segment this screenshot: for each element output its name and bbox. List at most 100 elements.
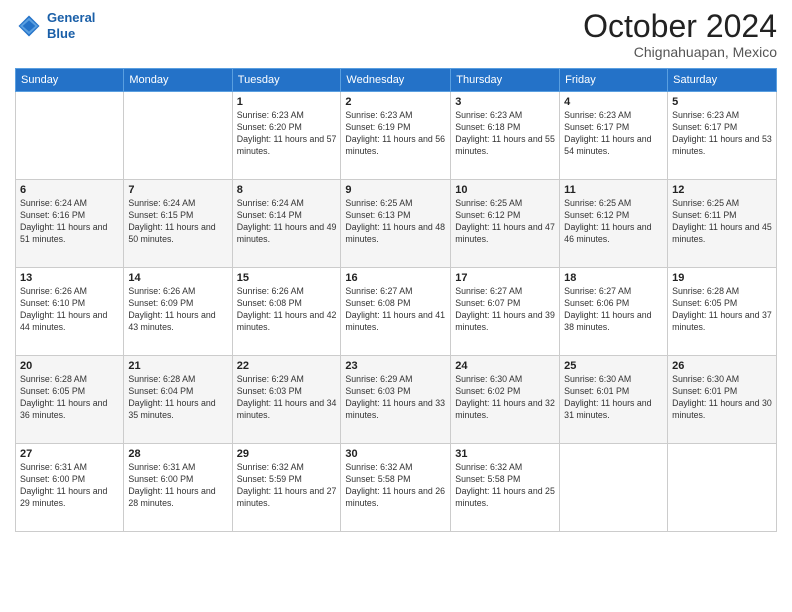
day-number: 13 [20, 272, 119, 284]
day-number: 20 [20, 360, 119, 372]
logo: General Blue [15, 10, 95, 41]
logo-line2: Blue [47, 26, 75, 41]
table-row: 23 Sunrise: 6:29 AMSunset: 6:03 PMDayligh… [341, 356, 451, 444]
table-row: 2Sunrise: 6:23 AMSunset: 6:19 PMDaylight… [341, 92, 451, 180]
day-info: Sunrise: 6:23 AMSunset: 6:17 PMDaylight:… [672, 110, 772, 158]
day-info: Sunrise: 6:24 AMSunset: 6:15 PMDaylight:… [128, 198, 227, 246]
table-row: 22Sunrise: 6:29 AMSunset: 6:03 PMDayligh… [232, 356, 341, 444]
day-info: Sunrise: 6:25 AMSunset: 6:12 PMDaylight:… [455, 198, 555, 246]
day-info: Sunrise: 6:24 AMSunset: 6:14 PMDaylight:… [237, 198, 337, 246]
header: General Blue October 2024 Chignahuapan, … [15, 10, 777, 60]
table-row: 1 Sunrise: 6:23 AMSunset: 6:20 PMDaylight… [232, 92, 341, 180]
table-row: 18Sunrise: 6:27 AMSunset: 6:06 PMDayligh… [560, 268, 668, 356]
day-number: 23 [345, 360, 446, 372]
table-row: 30 Sunrise: 6:32 AMSunset: 5:58 PMDayligh… [341, 444, 451, 532]
day-info: Sunrise: 6:26 AMSunset: 6:10 PMDaylight:… [20, 286, 119, 334]
table-row [560, 444, 668, 532]
day-info: Sunrise: 6:32 AMSunset: 5:58 PMDaylight:… [345, 462, 446, 510]
table-row: 4Sunrise: 6:23 AMSunset: 6:17 PMDaylight… [560, 92, 668, 180]
table-row: 27 Sunrise: 6:31 AMSunset: 6:00 PMDayligh… [16, 444, 124, 532]
day-number: 15 [237, 272, 337, 284]
day-number: 19 [672, 272, 772, 284]
table-row: 29 Sunrise: 6:32 AMSunset: 5:59 PMDayligh… [232, 444, 341, 532]
table-row: 13 Sunrise: 6:26 AMSunset: 6:10 PMDayligh… [16, 268, 124, 356]
day-info: Sunrise: 6:25 AMSunset: 6:13 PMDaylight:… [345, 198, 446, 246]
table-row: 11Sunrise: 6:25 AMSunset: 6:12 PMDayligh… [560, 180, 668, 268]
col-tuesday: Tuesday [232, 69, 341, 92]
col-thursday: Thursday [451, 69, 560, 92]
day-number: 28 [128, 448, 227, 460]
table-row: 5 Sunrise: 6:23 AMSunset: 6:17 PMDaylight… [668, 92, 777, 180]
calendar: Sunday Monday Tuesday Wednesday Thursday… [15, 68, 777, 532]
day-number: 5 [672, 96, 772, 108]
day-number: 26 [672, 360, 772, 372]
day-info: Sunrise: 6:31 AMSunset: 6:00 PMDaylight:… [20, 462, 119, 510]
day-info: Sunrise: 6:24 AMSunset: 6:16 PMDaylight:… [20, 198, 119, 246]
col-sunday: Sunday [16, 69, 124, 92]
col-wednesday: Wednesday [341, 69, 451, 92]
table-row [668, 444, 777, 532]
day-number: 16 [345, 272, 446, 284]
day-info: Sunrise: 6:27 AMSunset: 6:06 PMDaylight:… [564, 286, 663, 334]
table-row: 16 Sunrise: 6:27 AMSunset: 6:08 PMDayligh… [341, 268, 451, 356]
day-number: 10 [455, 184, 555, 196]
title-block: October 2024 Chignahuapan, Mexico [583, 10, 777, 60]
day-info: Sunrise: 6:28 AMSunset: 6:05 PMDaylight:… [672, 286, 772, 334]
day-info: Sunrise: 6:30 AMSunset: 6:01 PMDaylight:… [672, 374, 772, 422]
day-number: 9 [345, 184, 446, 196]
day-info: Sunrise: 6:25 AMSunset: 6:12 PMDaylight:… [564, 198, 663, 246]
day-number: 31 [455, 448, 555, 460]
day-info: Sunrise: 6:28 AMSunset: 6:04 PMDaylight:… [128, 374, 227, 422]
table-row: 25Sunrise: 6:30 AMSunset: 6:01 PMDayligh… [560, 356, 668, 444]
table-row: 8 Sunrise: 6:24 AMSunset: 6:14 PMDaylight… [232, 180, 341, 268]
day-info: Sunrise: 6:29 AMSunset: 6:03 PMDaylight:… [237, 374, 337, 422]
day-number: 17 [455, 272, 555, 284]
day-number: 8 [237, 184, 337, 196]
table-row [16, 92, 124, 180]
day-info: Sunrise: 6:29 AMSunset: 6:03 PMDaylight:… [345, 374, 446, 422]
table-row: 26 Sunrise: 6:30 AMSunset: 6:01 PMDayligh… [668, 356, 777, 444]
col-saturday: Saturday [668, 69, 777, 92]
table-row: 17 Sunrise: 6:27 AMSunset: 6:07 PMDayligh… [451, 268, 560, 356]
day-number: 3 [455, 96, 555, 108]
month-title: October 2024 [583, 10, 777, 42]
table-row: 14Sunrise: 6:26 AMSunset: 6:09 PMDayligh… [124, 268, 232, 356]
day-number: 24 [455, 360, 555, 372]
day-info: Sunrise: 6:30 AMSunset: 6:01 PMDaylight:… [564, 374, 663, 422]
day-info: Sunrise: 6:30 AMSunset: 6:02 PMDaylight:… [455, 374, 555, 422]
location-title: Chignahuapan, Mexico [583, 44, 777, 60]
day-number: 7 [128, 184, 227, 196]
day-info: Sunrise: 6:32 AMSunset: 5:58 PMDaylight:… [455, 462, 555, 510]
table-row: 21Sunrise: 6:28 AMSunset: 6:04 PMDayligh… [124, 356, 232, 444]
col-monday: Monday [124, 69, 232, 92]
table-row: 19 Sunrise: 6:28 AMSunset: 6:05 PMDayligh… [668, 268, 777, 356]
day-number: 27 [20, 448, 119, 460]
logo-line1: General [47, 10, 95, 25]
day-info: Sunrise: 6:27 AMSunset: 6:07 PMDaylight:… [455, 286, 555, 334]
day-number: 1 [237, 96, 337, 108]
table-row: 6Sunrise: 6:24 AMSunset: 6:16 PMDaylight… [16, 180, 124, 268]
table-row: 31 Sunrise: 6:32 AMSunset: 5:58 PMDayligh… [451, 444, 560, 532]
table-row: 28 Sunrise: 6:31 AMSunset: 6:00 PMDayligh… [124, 444, 232, 532]
day-info: Sunrise: 6:32 AMSunset: 5:59 PMDaylight:… [237, 462, 337, 510]
day-number: 14 [128, 272, 227, 284]
day-info: Sunrise: 6:23 AMSunset: 6:20 PMDaylight:… [237, 110, 337, 158]
day-info: Sunrise: 6:28 AMSunset: 6:05 PMDaylight:… [20, 374, 119, 422]
calendar-week-row: 20 Sunrise: 6:28 AMSunset: 6:05 PMDayligh… [16, 356, 777, 444]
day-info: Sunrise: 6:31 AMSunset: 6:00 PMDaylight:… [128, 462, 227, 510]
day-info: Sunrise: 6:25 AMSunset: 6:11 PMDaylight:… [672, 198, 772, 246]
table-row: 20 Sunrise: 6:28 AMSunset: 6:05 PMDayligh… [16, 356, 124, 444]
calendar-week-row: 1 Sunrise: 6:23 AMSunset: 6:20 PMDaylight… [16, 92, 777, 180]
table-row: 10 Sunrise: 6:25 AMSunset: 6:12 PMDayligh… [451, 180, 560, 268]
logo-text: General Blue [47, 10, 95, 41]
col-friday: Friday [560, 69, 668, 92]
day-info: Sunrise: 6:27 AMSunset: 6:08 PMDaylight:… [345, 286, 446, 334]
day-info: Sunrise: 6:26 AMSunset: 6:08 PMDaylight:… [237, 286, 337, 334]
calendar-week-row: 6Sunrise: 6:24 AMSunset: 6:16 PMDaylight… [16, 180, 777, 268]
table-row: 12Sunrise: 6:25 AMSunset: 6:11 PMDayligh… [668, 180, 777, 268]
day-number: 29 [237, 448, 337, 460]
day-info: Sunrise: 6:23 AMSunset: 6:17 PMDaylight:… [564, 110, 663, 158]
table-row: 15 Sunrise: 6:26 AMSunset: 6:08 PMDayligh… [232, 268, 341, 356]
calendar-week-row: 13 Sunrise: 6:26 AMSunset: 6:10 PMDayligh… [16, 268, 777, 356]
day-number: 30 [345, 448, 446, 460]
